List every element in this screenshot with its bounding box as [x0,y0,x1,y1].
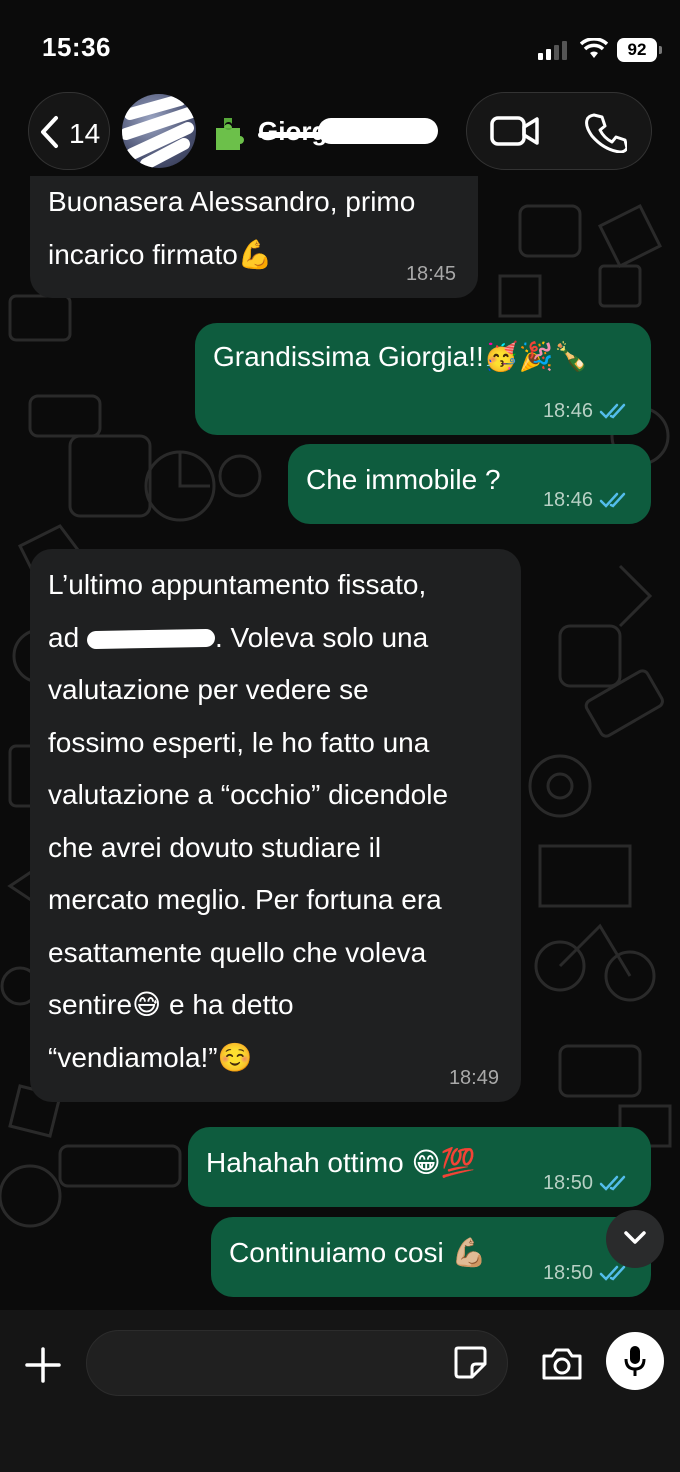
message-text: esattamente quello che voleva [48,936,427,968]
message-outgoing[interactable]: Hahahah ottimo 😁💯 18:50 [188,1127,651,1207]
message-meta: 18:50 [543,1171,629,1195]
message-time: 18:49 [448,1067,499,1089]
battery-indicator: 92 [617,38,662,62]
message-incoming[interactable]: L’ultimo appuntamento fissato, ad . Vole… [30,549,521,1102]
avatar[interactable] [122,94,196,168]
message-meta: 18:49 [449,1066,499,1090]
message-text: che avrei dovuto studiare il [48,831,382,863]
emoji: 🥳🎉🍾 [483,340,589,373]
message-text: ad . Voleva solo una [48,621,429,653]
message-meta: 18:46 [543,488,629,512]
sticker-icon[interactable] [452,1344,488,1380]
wifi-icon [580,38,608,58]
read-ticks-icon [599,1175,626,1191]
chat-header: 14 Giorgia [0,88,680,188]
back-chevron-icon [41,116,58,148]
message-text: Buonasera Alessandro, primo [48,186,416,217]
scroll-to-bottom-button[interactable] [606,1210,664,1268]
message-text: fossimo esperti, le ho fatto una [48,726,430,758]
emoji: 💪🏼 [451,1236,487,1269]
message-text: sentire😅 e ha detto [48,988,294,1021]
composer-bar [0,1310,680,1472]
message-text: L’ultimo appuntamento fissato, [48,569,427,600]
message-time: 18:46 [542,489,593,511]
message-text: “vendiamola!”☺️ [48,1040,253,1074]
message-input[interactable] [86,1330,508,1396]
signal-icon [538,41,567,60]
message-time: 18:46 [542,400,593,422]
message-time: 18:45 [405,263,456,285]
message-incoming[interactable]: Buonasera Alessandro, primo incarico fir… [30,176,478,298]
message-outgoing[interactable]: Continuiamo cosi 💪🏼 18:50 [211,1217,651,1297]
avatar-redaction [122,94,196,168]
message-outgoing[interactable]: Che immobile ? 18:46 [288,444,651,524]
name-redaction [318,118,438,144]
redacted-text [86,628,216,650]
emoji: 💪 [237,237,273,271]
emoji: ☺️ [217,1040,253,1074]
read-ticks-icon [599,492,626,508]
camera-icon[interactable] [540,1346,584,1382]
message-meta: 18:45 [406,262,456,286]
message-text: incarico firmato💪 [48,237,273,271]
video-call-icon[interactable] [489,113,541,149]
message-time: 18:50 [542,1172,593,1194]
voice-message-button[interactable] [606,1332,664,1390]
message-text: Grandissima Giorgia!!🥳🎉🍾 [213,340,589,373]
message-text: valutazione per vedere se [48,674,369,705]
status-bar: 15:36 92 [0,0,680,92]
phone-icon[interactable] [585,111,627,153]
read-ticks-icon [599,1265,626,1281]
emoji: 😅 [132,988,162,1021]
back-button[interactable]: 14 [28,92,110,170]
unread-count: 14 [69,118,101,149]
message-text: mercato meglio. Per fortuna era [48,884,442,915]
mic-icon [624,1346,646,1376]
message-text: valutazione a “occhio” dicendole [48,779,449,810]
call-actions [466,92,652,170]
message-meta: 18:50 [543,1261,629,1285]
emoji: 😁💯 [411,1146,476,1179]
message-meta: 18:46 [543,399,629,423]
plus-icon[interactable] [24,1346,62,1384]
puzzle-icon [216,118,244,150]
message-time: 18:50 [542,1262,593,1284]
status-time: 15:36 [42,32,111,62]
read-ticks-icon [599,403,626,419]
message-outgoing[interactable]: Grandissima Giorgia!!🥳🎉🍾 18:46 [195,323,651,435]
chevron-down-icon [624,1231,646,1244]
